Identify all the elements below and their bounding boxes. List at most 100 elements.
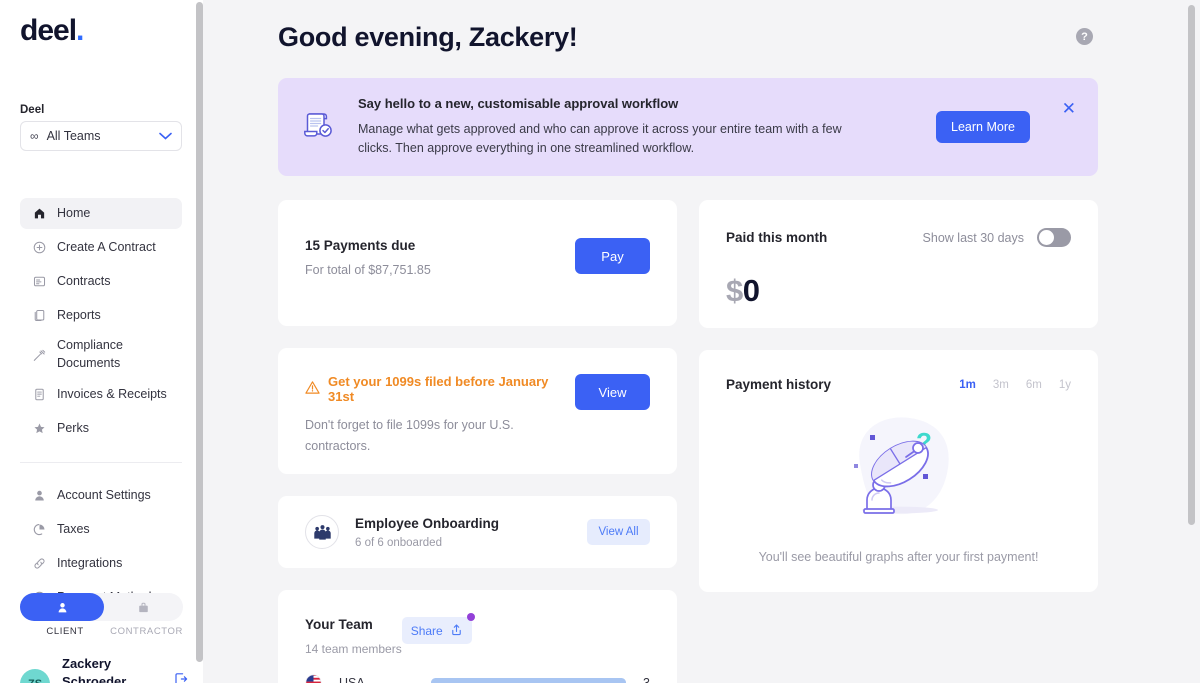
team-selector[interactable]: ∞ All Teams — [20, 121, 182, 151]
share-notification-dot — [466, 613, 475, 621]
table-row: USA 3 — [305, 674, 650, 683]
sidebar-item-contracts[interactable]: Contracts — [20, 266, 182, 297]
user-last-name: Schroeder — [62, 673, 127, 683]
deel-logo[interactable]: deel. — [0, 0, 203, 46]
home-icon — [32, 207, 46, 221]
your-team-text: Your Team 14 team members — [305, 617, 402, 656]
payment-history-card: Payment history 1m 3m 6m 1y ? You'll see… — [699, 350, 1098, 592]
toggle-knob — [1039, 230, 1054, 245]
sidebar-item-invoices-receipts[interactable]: Invoices & Receipts — [20, 379, 182, 410]
payments-due-title: 15 Payments due — [305, 238, 416, 253]
sidebar-item-label: Taxes — [57, 521, 90, 536]
user-first-name: Zackery — [62, 656, 112, 671]
team-selector-value: All Teams — [46, 129, 101, 143]
sidebar-item-integrations[interactable]: Integrations — [20, 548, 182, 579]
pay-button[interactable]: Pay — [575, 238, 650, 274]
payment-history-header: Payment history 1m 3m 6m 1y — [726, 377, 1071, 392]
sidebar-scrollbar-thumb[interactable] — [196, 2, 203, 662]
scroll-document-icon — [300, 107, 338, 148]
your-team-header: Your Team 14 team members Share — [305, 613, 650, 656]
link-icon — [32, 557, 46, 571]
reports-icon — [32, 309, 46, 323]
your-team-subtitle: 14 team members — [305, 642, 402, 656]
range-1m[interactable]: 1m — [959, 379, 976, 391]
share-icon — [450, 623, 463, 639]
chevron-down-icon — [159, 127, 172, 145]
banner-text: Say hello to a new, customisable approva… — [358, 96, 936, 158]
logo-text: deel — [20, 14, 77, 47]
approval-workflow-banner: Say hello to a new, customisable approva… — [278, 78, 1098, 176]
team-row-count: 3 — [643, 675, 650, 683]
view-1099-button[interactable]: View — [575, 374, 650, 410]
show-last-30-days-label: Show last 30 days — [922, 230, 1024, 245]
sidebar-item-perks[interactable]: Perks — [20, 413, 182, 444]
employee-onboarding-subtitle: 6 of 6 onboarded — [355, 536, 442, 549]
currency-symbol: $ — [726, 273, 743, 308]
range-6m[interactable]: 6m — [1026, 379, 1042, 391]
role-client-toggle[interactable] — [20, 593, 104, 621]
client-person-icon — [58, 602, 66, 612]
left-column: 15 Payments due For total of $87,751.85 … — [278, 200, 677, 683]
sidebar-item-label: Invoices & Receipts — [57, 386, 167, 401]
contract-icon — [32, 275, 46, 289]
user-name: Zackery Schroeder — [62, 655, 172, 683]
employee-onboarding-card: Employee Onboarding 6 of 6 onboarded Vie… — [278, 496, 677, 568]
close-icon[interactable]: ✕ — [1062, 100, 1076, 117]
sidebar-item-label: Reports — [57, 307, 101, 322]
star-icon — [32, 422, 46, 436]
paid-this-month-card: Paid this month Show last 30 days $0 — [699, 200, 1098, 328]
warning-triangle-icon — [305, 380, 320, 398]
your-team-title: Your Team — [305, 617, 373, 632]
paid-this-month-header: Paid this month Show last 30 days — [726, 228, 1071, 247]
infinity-icon: ∞ — [30, 129, 39, 143]
gavel-icon — [32, 348, 46, 362]
filing-1099-subtitle: Don't forget to file 1099s for your U.S.… — [305, 418, 514, 453]
contractor-briefcase-icon — [139, 602, 148, 612]
sidebar-item-label: Home — [57, 205, 91, 220]
sidebar-nav-primary: Home Create A Contract Contracts Reports — [0, 198, 203, 613]
header-row: Good evening, Zackery! — [278, 0, 1200, 53]
sidebar-item-account-settings[interactable]: Account Settings — [20, 480, 182, 511]
role-client-label: CLIENT — [46, 626, 84, 637]
app-root: deel. Deel ∞ All Teams Home Create A Con… — [0, 0, 1200, 683]
filing-1099-title-row: Get your 1099s filed before January 31st — [305, 374, 565, 404]
show-last-30-days-toggle[interactable] — [1037, 228, 1071, 247]
logo-dot: . — [76, 14, 84, 47]
sidebar-item-reports[interactable]: Reports — [20, 300, 182, 331]
sidebar-item-label: Account Settings — [57, 487, 151, 502]
sidebar-divider — [20, 462, 182, 463]
sidebar-item-taxes[interactable]: Taxes — [20, 514, 182, 545]
logout-icon[interactable] — [174, 672, 188, 683]
team-group-icon — [305, 515, 339, 549]
filing-1099-text: Get your 1099s filed before January 31st… — [305, 374, 575, 474]
learn-more-button[interactable]: Learn More — [936, 111, 1030, 143]
us-flag-icon — [305, 674, 322, 683]
sidebar-item-compliance-documents[interactable]: Compliance Documents — [20, 334, 182, 376]
sidebar-item-label: Create A Contract — [57, 239, 156, 254]
invoice-icon — [32, 388, 46, 402]
filing-1099-card: Get your 1099s filed before January 31st… — [278, 348, 677, 474]
main-scrollbar-thumb[interactable] — [1188, 5, 1195, 525]
payment-history-range-selector: 1m 3m 6m 1y — [959, 379, 1071, 391]
role-switch[interactable] — [20, 593, 183, 621]
share-team-button[interactable]: Share — [401, 613, 475, 644]
help-icon[interactable]: ? — [1076, 28, 1093, 45]
your-team-card: Your Team 14 team members Share USA 3 — [278, 590, 677, 683]
payments-due-text: 15 Payments due For total of $87,751.85 — [305, 238, 575, 326]
view-all-onboarding-button[interactable]: View All — [587, 519, 650, 545]
range-3m[interactable]: 3m — [993, 379, 1009, 391]
team-row-bar-track — [431, 678, 626, 683]
person-icon — [32, 489, 46, 503]
range-1y[interactable]: 1y — [1059, 379, 1071, 391]
sidebar-item-label: Perks — [57, 420, 89, 435]
taxes-icon — [32, 523, 46, 537]
payment-history-empty-note: You'll see beautiful graphs after your f… — [758, 550, 1039, 564]
role-contractor-toggle[interactable] — [104, 601, 183, 614]
sidebar-item-home[interactable]: Home — [20, 198, 182, 229]
right-column: Paid this month Show last 30 days $0 Pay… — [699, 200, 1098, 683]
sidebar-item-create-a-contract[interactable]: Create A Contract — [20, 232, 182, 263]
team-row-country: USA — [339, 675, 365, 683]
role-switch-labels: CLIENT CONTRACTOR — [20, 626, 183, 637]
role-contractor-label: CONTRACTOR — [110, 626, 183, 637]
sidebar-item-label: Compliance Documents — [57, 338, 124, 370]
